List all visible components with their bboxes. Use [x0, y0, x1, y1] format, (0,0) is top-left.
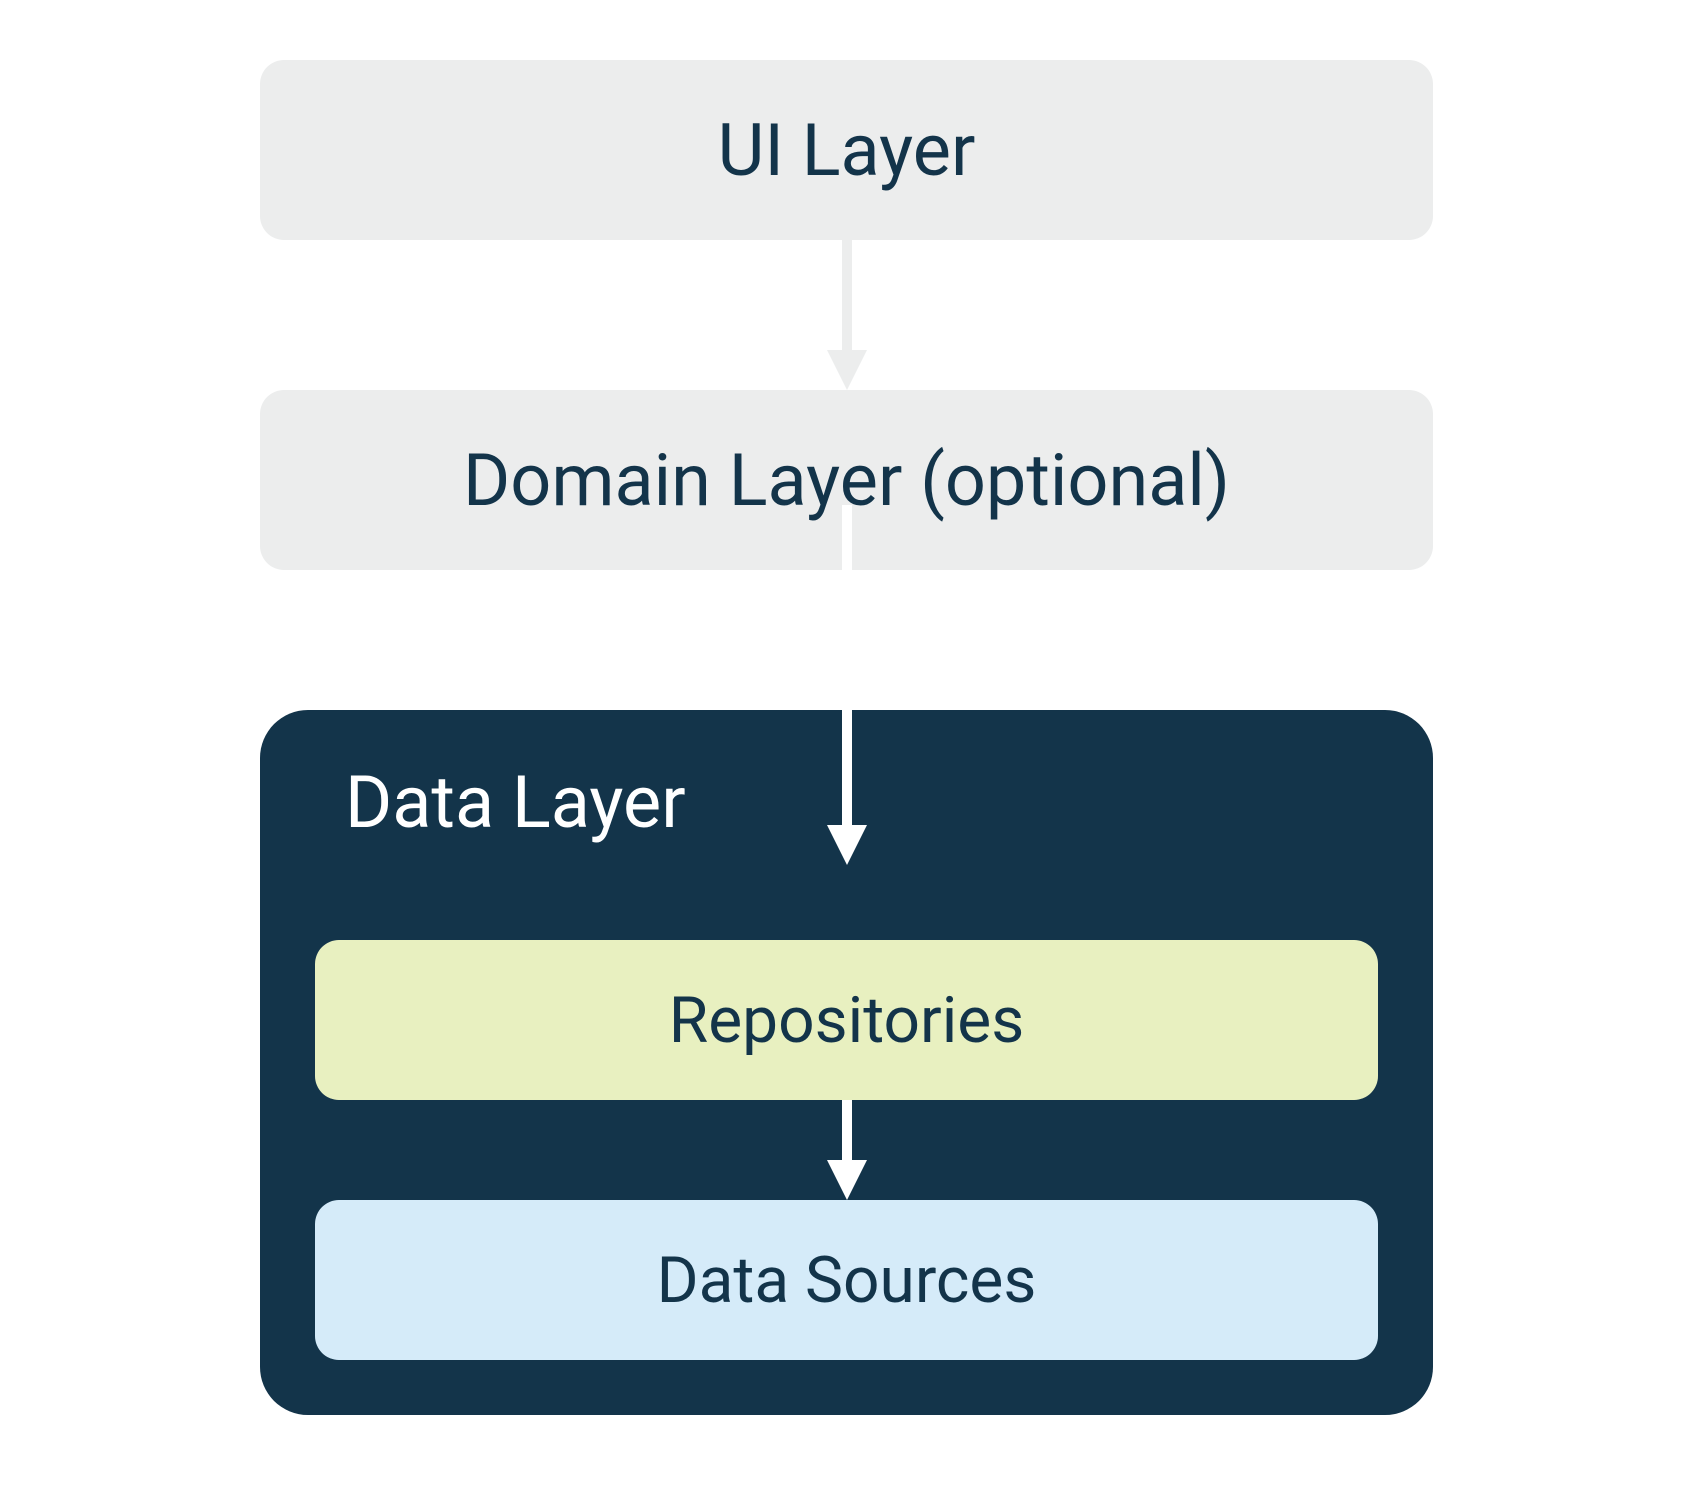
data-sources-label: Data Sources	[657, 1243, 1037, 1318]
domain-layer-box: Domain Layer (optional)	[260, 390, 1433, 570]
ui-layer-box: UI Layer	[260, 60, 1433, 240]
domain-layer-label: Domain Layer (optional)	[463, 438, 1230, 523]
arrow-repositories-to-datasources	[315, 1100, 1378, 1200]
ui-layer-label: UI Layer	[718, 108, 976, 193]
data-layer-container: Data Layer Repositories Data Sources	[260, 710, 1433, 1415]
repositories-box: Repositories	[315, 940, 1378, 1100]
spacer	[260, 570, 1433, 710]
repositories-label: Repositories	[669, 983, 1024, 1058]
data-layer-title: Data Layer	[315, 750, 1378, 845]
arrow-down-icon	[817, 1100, 877, 1200]
data-sources-box: Data Sources	[315, 1200, 1378, 1360]
arrow-down-icon	[817, 240, 877, 390]
arrow-ui-to-domain	[260, 240, 1433, 390]
